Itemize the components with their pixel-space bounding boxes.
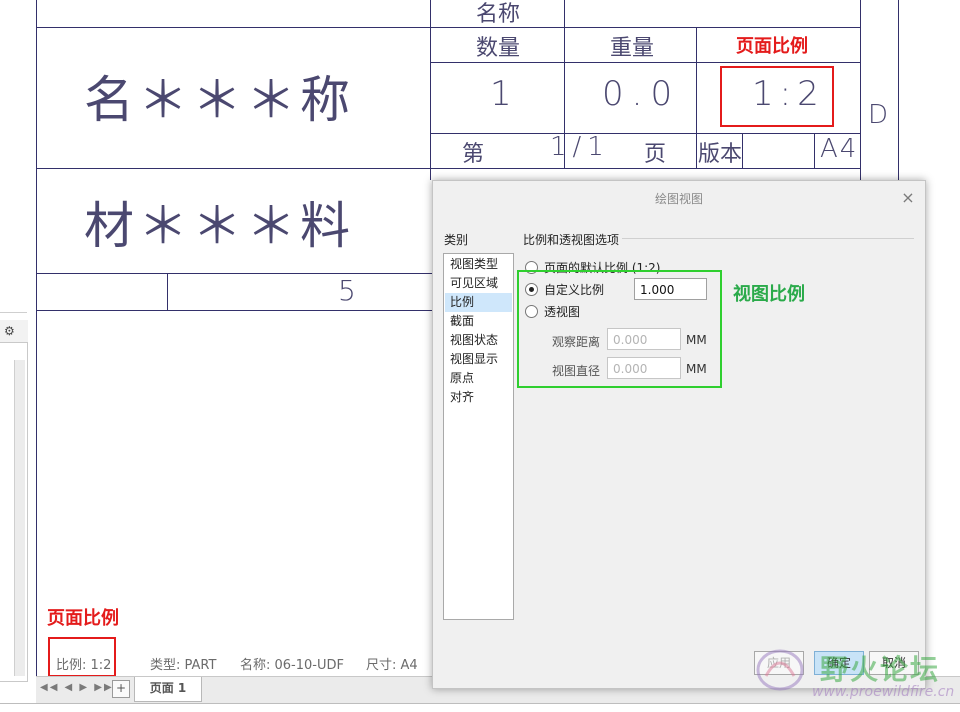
weight-header: 重量 [610,36,655,61]
sheet-prefix: 第 [462,142,485,167]
view-scale-highlight [517,270,722,388]
watermark-url: www.proewildfire.cn [812,684,955,700]
title-vline-3 [696,28,697,168]
title-line-2 [430,62,861,63]
zone-letter: D [868,100,889,130]
visibility-icon[interactable]: ⚙ [4,324,15,338]
view-scale-annotation: 视图比例 [733,284,805,305]
sheet-suffix: 页 [644,142,667,167]
left-side-panel: ⚙ [0,0,36,711]
sheet-nav-arrows[interactable]: ◀◀ ◀ ▶ ▶▶ [40,682,114,693]
row-number: 5 [338,274,356,307]
watermark-title: 野火论坛 [820,653,941,686]
title-line-3 [430,133,861,134]
frame-border-right [898,0,899,180]
category-alignment[interactable]: 对齐 [445,388,512,407]
close-icon[interactable]: × [899,189,917,207]
title-line-1 [36,27,861,28]
quantity-value: 1 [490,74,512,114]
material-text: 材＊＊＊料 [84,197,354,255]
page-scale-highlight-bottom [48,637,116,677]
category-view-display[interactable]: 视图显示 [445,350,512,369]
title-vline-5 [814,133,815,168]
panel-divider [0,312,27,313]
quantity-header: 数量 [476,36,521,61]
drawing-view-dialog: 绘图视图 × 类别 视图类型 可见区域 比例 截面 视图状态 视图显示 原点 对… [432,180,926,689]
version-label: 版本 [698,142,743,167]
format-value: A4 [820,134,859,164]
tab-page-1[interactable]: 页面 1 [134,677,202,702]
vertical-scrollbar[interactable] [14,360,25,676]
category-scale[interactable]: 比例 [445,293,512,312]
title-vline-6 [167,273,168,310]
status-size: 尺寸: A4 [366,658,418,673]
title-vline-1 [430,0,431,180]
sheet-border-left [36,0,37,680]
category-label: 类别 [444,233,469,247]
page-scale-highlight-top [720,66,834,127]
category-list: 视图类型 可见区域 比例 截面 视图状态 视图显示 原点 对齐 [443,253,514,620]
sheet-value: 1/1 [550,132,610,162]
name-header: 名称 [476,2,521,27]
category-view-type[interactable]: 视图类型 [445,255,512,274]
status-type: 类型: PART [150,658,217,673]
weight-value: 0.0 [602,74,681,114]
title-vline-4 [742,133,743,168]
category-section[interactable]: 截面 [445,312,512,331]
category-origin[interactable]: 原点 [445,369,512,388]
part-name-text: 名＊＊＊称 [84,71,354,129]
section-title: 比例和透视图选项 [523,233,620,247]
title-line-4 [36,168,861,169]
dialog-title: 绘图视图 [654,192,703,206]
add-sheet-button[interactable]: + [112,680,130,698]
title-line-6 [36,310,436,311]
section-divider [622,238,914,239]
category-visible-area[interactable]: 可见区域 [445,274,512,293]
forum-logo-icon [756,649,804,691]
page-scale-annotation-top: 页面比例 [736,36,808,57]
category-view-state[interactable]: 视图状态 [445,331,512,350]
status-name: 名称: 06-10-UDF [240,658,344,673]
page-scale-annotation-bottom: 页面比例 [47,608,119,629]
